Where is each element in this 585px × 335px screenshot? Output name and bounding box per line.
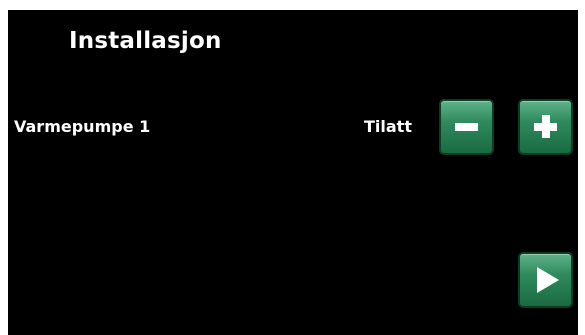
minus-icon [455,123,478,131]
decrease-button[interactable] [439,99,494,155]
setting-label-heat-pump-1: Varmepumpe 1 [14,117,151,136]
page-title: Installasjon [69,28,222,54]
increase-button[interactable] [518,99,573,155]
installation-screen: Installasjon Varmepumpe 1 Tilatt [8,10,578,335]
setting-value: Tilatt [364,117,412,136]
next-button[interactable] [518,252,573,308]
play-arrow-icon [537,267,559,293]
